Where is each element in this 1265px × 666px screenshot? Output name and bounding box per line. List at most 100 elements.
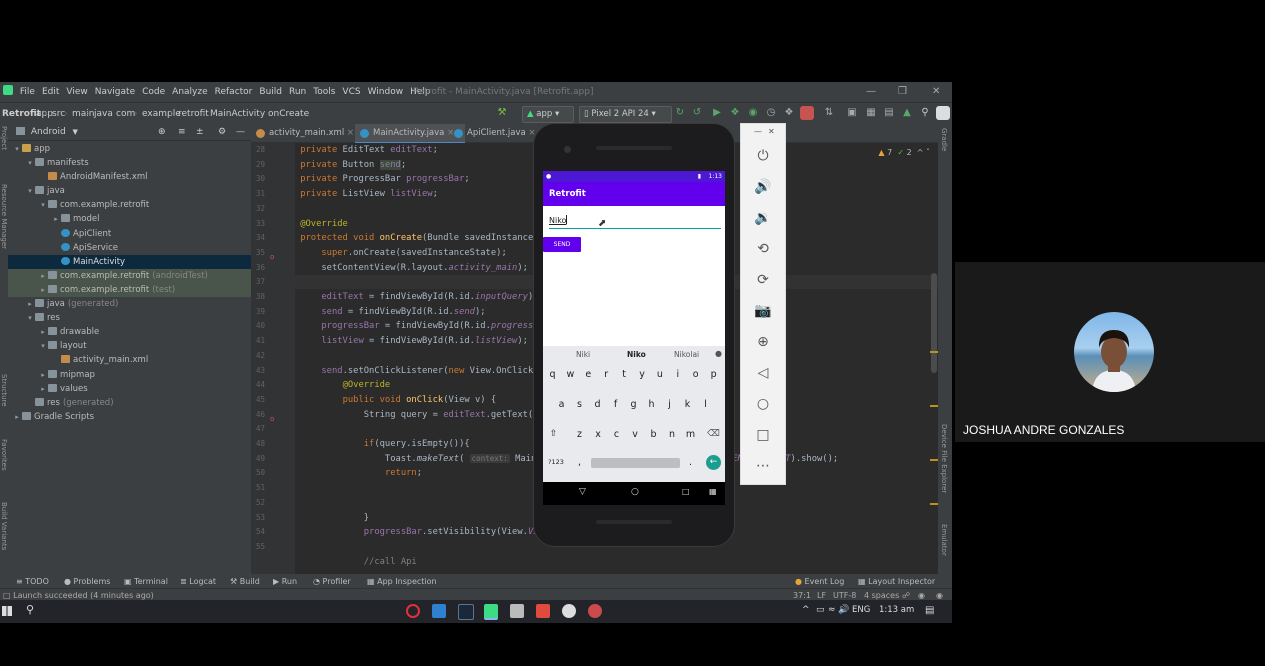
chevron-down-icon[interactable]: ▼	[73, 128, 78, 136]
volume-up-icon[interactable]: 🔊	[753, 177, 773, 197]
key-y[interactable]: y	[635, 366, 650, 383]
tree-item[interactable]: ▾ res	[8, 311, 251, 325]
file-encoding[interactable]: UTF-8	[833, 589, 856, 600]
code-line[interactable]	[279, 275, 284, 290]
status-message[interactable]: Launch succeeded (4 minutes ago)	[13, 591, 154, 600]
chevron-right-icon[interactable]: ▸	[51, 212, 61, 226]
chevron-down-icon[interactable]: ▾	[25, 311, 35, 325]
code-line[interactable]: return;	[279, 466, 422, 481]
key-t[interactable]: t	[617, 366, 632, 383]
key-s[interactable]: s	[572, 396, 587, 413]
lock-icon[interactable]: ☍	[902, 589, 910, 600]
key-z[interactable]: z	[572, 426, 587, 443]
key-c[interactable]: c	[609, 426, 624, 443]
windows-start-icon[interactable]	[2, 606, 12, 616]
action-center-icon[interactable]: ▤	[925, 605, 934, 616]
menu-item-window[interactable]: Window	[368, 82, 404, 102]
code-line[interactable]	[279, 540, 284, 555]
structure-tool-tab[interactable]: Structure	[0, 374, 8, 407]
more-icon[interactable]: ⋯	[753, 456, 773, 476]
close-icon[interactable]: ✕	[932, 82, 940, 102]
tab-apiclient-java[interactable]: ApiClient.java ×	[449, 124, 545, 142]
menu-item-navigate[interactable]: Navigate	[95, 82, 135, 102]
layout-inspector-icon[interactable]: ▤	[882, 106, 896, 120]
cursor-position[interactable]: 37:1	[793, 589, 811, 600]
editor-scrollbar[interactable]	[931, 273, 937, 373]
code-line[interactable]: super.onCreate(savedInstanceState);	[279, 246, 506, 261]
chevron-right-icon[interactable]: ▸	[25, 297, 35, 311]
breadcrumb-example[interactable]: example	[142, 103, 181, 125]
code-line[interactable]	[279, 349, 284, 364]
chevron-right-icon[interactable]: ▸	[38, 368, 48, 382]
indent-setting[interactable]: 4 spaces	[864, 589, 899, 600]
overview-icon[interactable]: □	[753, 425, 773, 445]
error-stripe-mark[interactable]	[930, 405, 938, 407]
nav-home-icon[interactable]: ○	[631, 487, 639, 497]
tree-item[interactable]: ▸ Gradle Scripts	[8, 410, 251, 424]
key-v[interactable]: v	[628, 426, 643, 443]
code-line[interactable]: private EditText editText;	[279, 143, 438, 158]
code-line[interactable]: send = findViewById(R.id.send);	[279, 305, 485, 320]
suggestion-niki[interactable]: Niki	[576, 346, 590, 363]
sdk-manager-icon[interactable]: ▦	[864, 106, 878, 120]
network-icon[interactable]: ▭	[816, 605, 825, 615]
clock[interactable]: 1:13 am	[879, 605, 914, 615]
account-icon[interactable]	[936, 106, 950, 120]
run-icon[interactable]: ▶	[710, 106, 724, 120]
minimize-icon[interactable]: —	[754, 127, 762, 136]
code-line[interactable]: @Override	[279, 217, 348, 232]
code-line[interactable]: protected void onCreate(Bundle savedInst…	[279, 231, 575, 246]
photos-icon[interactable]	[510, 604, 524, 618]
target-icon[interactable]: ⊕	[158, 124, 166, 140]
error-stripe-mark[interactable]	[930, 351, 938, 353]
chevron-right-icon[interactable]: ▸	[38, 283, 48, 297]
sync-icon[interactable]: ⇅	[822, 106, 836, 120]
chevron-down-icon[interactable]: ▾	[38, 339, 48, 353]
power-icon[interactable]: ⏻	[753, 146, 773, 166]
tree-item[interactable]: ▾ manifests	[8, 156, 251, 170]
code-line[interactable]: editText = findViewById(R.id.inputQuery)…	[279, 290, 538, 305]
device-dropdown[interactable]: ▯ Pixel 2 API 24 ▾	[579, 106, 672, 123]
volume-down-icon[interactable]: 🔉	[753, 208, 773, 228]
tree-item[interactable]: MainActivity	[8, 254, 251, 269]
tree-item[interactable]: ▸ values	[8, 382, 251, 396]
camera-icon[interactable]: 📷	[753, 301, 773, 321]
query-input[interactable]: Niko	[549, 215, 721, 229]
send-button[interactable]: SEND	[543, 237, 581, 252]
tree-item[interactable]: ▸ drawable	[8, 325, 251, 339]
key-e[interactable]: e	[581, 366, 596, 383]
key-h[interactable]: h	[644, 396, 659, 413]
close-tab-icon[interactable]: ×	[344, 128, 354, 138]
menu-item-code[interactable]: Code	[142, 82, 165, 102]
menu-item-build[interactable]: Build	[259, 82, 282, 102]
tree-item[interactable]: ApiService	[8, 241, 251, 255]
key-n[interactable]: n	[665, 426, 680, 443]
device-file-explorer-tool-tab[interactable]: Device File Explorer	[940, 424, 948, 493]
key-q[interactable]: q	[545, 366, 560, 383]
code-line[interactable]: progressBar = findViewById(R.id.progress…	[279, 319, 559, 334]
breadcrumb-oncreate[interactable]: onCreate	[268, 103, 309, 125]
collapse-all-icon[interactable]: ≡	[178, 124, 186, 140]
code-line[interactable]: }	[279, 511, 369, 526]
override-gutter-icon[interactable]: o	[270, 415, 274, 423]
key-r[interactable]: r	[599, 366, 614, 383]
chevron-right-icon[interactable]: ▸	[38, 382, 48, 396]
resource-manager-tool-tab[interactable]: Resource Manager	[0, 184, 8, 249]
code-line[interactable]: progressBar.setVisibility(View.VISIBLE);	[279, 525, 576, 540]
tree-item[interactable]: ▾ layout	[8, 339, 251, 353]
memory-icon[interactable]: ◉	[918, 589, 925, 600]
code-line[interactable]	[279, 202, 284, 217]
tree-item[interactable]: ▸ mipmap	[8, 368, 251, 382]
notifications-icon[interactable]: ◉	[936, 589, 943, 600]
stop-icon[interactable]	[800, 106, 814, 120]
emulator-tool-tab[interactable]: Emulator	[940, 524, 948, 556]
key-g[interactable]: g	[626, 396, 641, 413]
menu-item-view[interactable]: View	[66, 82, 87, 102]
key-d[interactable]: d	[590, 396, 605, 413]
key-b[interactable]: b	[646, 426, 661, 443]
shift-key[interactable]: ⇧	[546, 426, 561, 443]
android-device-icon[interactable]: ▲	[900, 106, 914, 120]
run-config-dropdown[interactable]: ▲ app ▾	[522, 106, 574, 123]
hide-panel-icon[interactable]: —	[236, 124, 245, 140]
tree-item[interactable]: AndroidManifest.xml	[8, 170, 251, 184]
